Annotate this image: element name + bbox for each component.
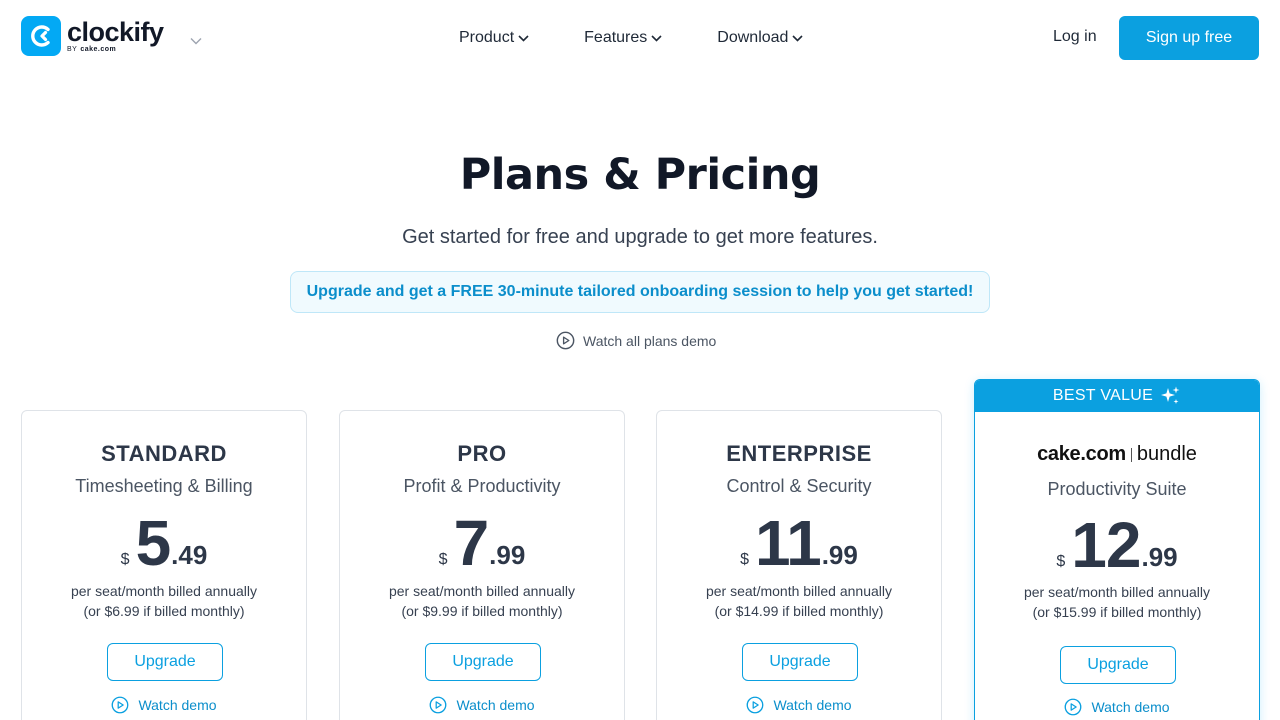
nav-product-label: Product (459, 29, 515, 46)
price-decimal: .99 (821, 540, 858, 570)
clockify-logo[interactable]: clockify BY cake.com (21, 16, 164, 56)
plan-tagline: Profit & Productivity (403, 476, 561, 496)
billing-info: per seat/month billed annually (or $6.99… (22, 581, 306, 621)
billing-info: per seat/month billed annually (or $15.9… (975, 582, 1259, 622)
upgrade-button[interactable]: Upgrade (1060, 646, 1176, 684)
cake-bundle-logo: cake.com bundle (975, 443, 1259, 466)
main-nav: Product Features Download (459, 26, 804, 50)
play-circle-icon (1065, 698, 1082, 716)
watch-all-plans-label: Watch all plans demo (583, 332, 717, 349)
signup-button[interactable]: Sign up free (1119, 16, 1259, 60)
best-value-label: BEST VALUE (1052, 387, 1154, 404)
price-integer: 11 (755, 507, 822, 579)
watch-demo-label: Watch demo (456, 697, 535, 713)
price-integer: 12 (1071, 509, 1141, 581)
billing-monthly: (or $9.99 if billed monthly) (401, 603, 563, 619)
plan-tagline: Productivity Suite (1047, 479, 1187, 499)
billing-annual: per seat/month billed annually (705, 583, 892, 599)
chevron-down-icon (651, 34, 662, 42)
play-circle-icon (556, 331, 575, 350)
plan-name: ENTERPRISE (726, 441, 872, 466)
price-decimal: .49 (171, 540, 208, 570)
billing-annual: per seat/month billed annually (388, 583, 575, 599)
watch-demo-link[interactable]: Watch demo (22, 696, 306, 714)
upgrade-button[interactable]: Upgrade (425, 643, 541, 681)
price-currency: $ (120, 551, 130, 568)
watch-demo-link[interactable]: Watch demo (975, 698, 1259, 716)
nav-product[interactable]: Product (459, 26, 529, 50)
price-decimal: .99 (1141, 542, 1178, 572)
clockify-logo-icon (21, 16, 61, 56)
plan-name: PRO (457, 441, 507, 466)
upgrade-button[interactable]: Upgrade (742, 643, 858, 681)
plan-card-pro: PRO Profit & Productivity $ 7 .99 per se… (339, 410, 625, 720)
play-circle-icon (747, 696, 764, 714)
play-circle-icon (430, 696, 447, 714)
sparkles-icon (1161, 386, 1180, 404)
price-currency: $ (438, 551, 448, 568)
price-currency: $ (1056, 553, 1066, 570)
price-integer: 7 (453, 507, 490, 579)
watch-demo-link[interactable]: Watch demo (657, 696, 941, 714)
upgrade-button[interactable]: Upgrade (107, 643, 223, 681)
nav-features[interactable]: Features (584, 26, 662, 50)
plan-card-enterprise: ENTERPRISE Control & Security $ 11 .99 p… (656, 410, 942, 720)
page-subtitle: Get started for free and upgrade to get … (402, 226, 878, 248)
plan-price: $ 5 .49 (22, 511, 306, 575)
nav-features-label: Features (584, 29, 648, 46)
plan-price: $ 12 .99 (975, 513, 1259, 577)
nav-download-label: Download (717, 29, 789, 46)
plan-card-standard: STANDARD Timesheeting & Billing $ 5 .49 … (21, 410, 307, 720)
brand-name: clockify (67, 17, 164, 47)
plan-tagline: Control & Security (726, 476, 872, 496)
bundle-label: bundle (1136, 443, 1197, 465)
watch-demo-label: Watch demo (773, 697, 852, 713)
plan-tagline: Timesheeting & Billing (75, 476, 253, 496)
billing-annual: per seat/month billed annually (1023, 584, 1210, 600)
watch-demo-link[interactable]: Watch demo (340, 696, 624, 714)
promo-text: Upgrade and get a FREE 30-minute tailore… (306, 283, 974, 300)
billing-info: per seat/month billed annually (or $9.99… (340, 581, 624, 621)
billing-monthly: (or $15.99 if billed monthly) (1032, 604, 1202, 620)
site-header: clockify BY cake.com Product Features Dow… (0, 0, 1280, 76)
billing-monthly: (or $6.99 if billed monthly) (83, 603, 245, 619)
plan-price: $ 11 .99 (657, 511, 941, 575)
onboarding-promo-banner: Upgrade and get a FREE 30-minute tailore… (290, 271, 990, 313)
chevron-down-icon (792, 34, 804, 42)
billing-annual: per seat/month billed annually (70, 583, 257, 599)
price-decimal: .99 (489, 540, 526, 570)
page-title: Plans & Pricing (459, 150, 821, 200)
play-circle-icon (112, 696, 129, 714)
best-value-badge: BEST VALUE (975, 380, 1259, 412)
bundle-brand: cake.com (1037, 443, 1126, 465)
watch-all-plans-demo-link[interactable]: Watch all plans demo (556, 331, 716, 350)
watch-demo-label: Watch demo (138, 697, 217, 713)
plan-name: STANDARD (101, 441, 227, 466)
login-link[interactable]: Log in (1053, 28, 1097, 46)
billing-info: per seat/month billed annually (or $14.9… (657, 581, 941, 621)
plan-price: $ 7 .99 (340, 511, 624, 575)
billing-monthly: (or $14.99 if billed monthly) (714, 603, 884, 619)
price-currency: $ (740, 551, 750, 568)
chevron-down-icon (518, 34, 529, 42)
watch-demo-label: Watch demo (1091, 699, 1170, 715)
price-integer: 5 (135, 507, 172, 579)
plan-card-bundle: BEST VALUE cake.com bundle Productivity … (974, 379, 1260, 720)
brand-byline: BY cake.com (67, 46, 117, 53)
nav-download[interactable]: Download (717, 26, 804, 50)
chevron-down-icon[interactable] (190, 32, 202, 50)
